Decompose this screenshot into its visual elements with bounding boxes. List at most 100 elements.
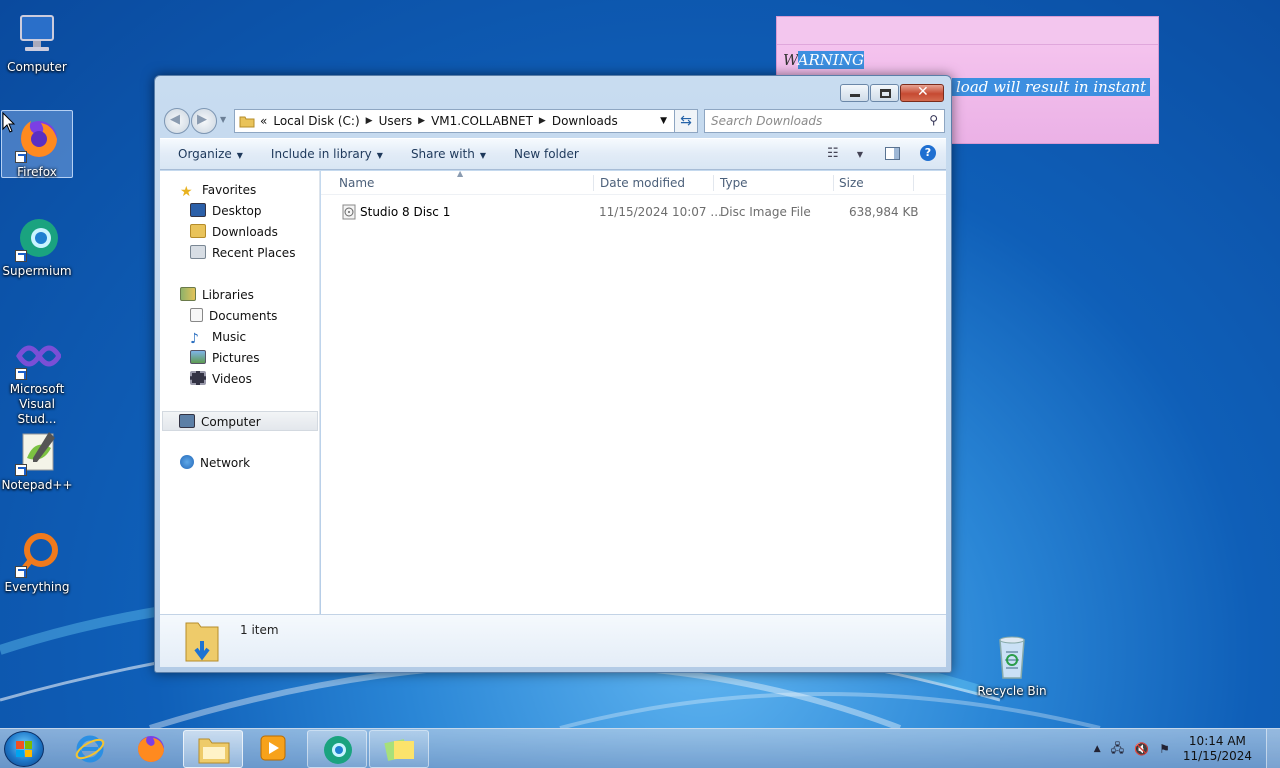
column-header-type[interactable]: Type xyxy=(720,176,748,190)
nav-videos[interactable]: Videos xyxy=(190,369,252,389)
music-icon: ♪ xyxy=(190,331,199,347)
breadcrumb-chevron-icon[interactable]: ▶ xyxy=(418,116,425,126)
change-view-button[interactable]: ☷ ▼ xyxy=(827,146,863,161)
breadcrumb-overflow[interactable]: « xyxy=(260,114,267,128)
dropdown-arrow-icon: ▼ xyxy=(236,151,243,160)
taskbar-sticky-notes[interactable] xyxy=(369,730,429,768)
nav-documents[interactable]: Documents xyxy=(190,306,277,326)
nav-label: Desktop xyxy=(212,204,262,218)
nav-computer[interactable]: Computer xyxy=(162,411,318,431)
documents-icon xyxy=(190,308,203,322)
column-header-name[interactable]: Name xyxy=(339,176,374,190)
sticky-note-line1[interactable]: WARNING xyxy=(783,51,864,69)
nav-label: Recent Places xyxy=(212,246,296,260)
column-divider[interactable] xyxy=(913,175,914,191)
nav-label: Computer xyxy=(201,415,261,429)
sort-arrow-icon: ▲ xyxy=(457,169,464,178)
file-list[interactable]: ▲ Name Date modified Type Size Studio 8 … xyxy=(321,169,946,614)
explorer-window[interactable]: ✕ ◀ ▶ ▼ « Local Disk (C:) ▶ Users ▶ VM1.… xyxy=(154,75,952,673)
network-status-icon[interactable]: 🖧 xyxy=(1111,739,1124,760)
videos-icon xyxy=(190,371,206,385)
supermium-icon xyxy=(324,736,352,764)
desktop-icon-visual-studio[interactable]: Microsoft Visual Stud... xyxy=(1,328,73,427)
maximize-button[interactable] xyxy=(870,84,899,102)
nav-libraries[interactable]: Libraries xyxy=(180,285,254,305)
search-placeholder: Search Downloads xyxy=(711,114,823,128)
taskbar-internet-explorer[interactable] xyxy=(60,730,120,768)
minimize-button[interactable] xyxy=(840,84,869,102)
include-in-library-label: Include in library xyxy=(270,147,372,161)
nav-label: Downloads xyxy=(212,225,278,239)
action-center-flag-icon[interactable]: ⚑ xyxy=(1159,742,1170,756)
nav-pictures[interactable]: Pictures xyxy=(190,348,260,368)
internet-explorer-icon xyxy=(75,735,105,763)
nav-network[interactable]: Network xyxy=(180,453,250,473)
desktop-icon-supermium[interactable]: Supermium xyxy=(1,210,73,279)
shortcut-arrow-icon xyxy=(15,368,27,380)
breadcrumb-vm1[interactable]: VM1.COLLABNET xyxy=(431,114,533,128)
show-desktop-button[interactable] xyxy=(1266,729,1280,768)
column-divider[interactable] xyxy=(833,175,834,191)
sticky-note-line2[interactable]: load will result in instant xyxy=(952,78,1151,96)
taskbar-media-player[interactable] xyxy=(244,730,304,768)
share-with-button[interactable]: Share with ▼ xyxy=(397,147,500,161)
refresh-button[interactable]: ⇆ xyxy=(674,109,698,133)
close-button[interactable]: ✕ xyxy=(900,84,944,102)
desktop-icon-label: Computer xyxy=(7,60,67,74)
windows-logo-icon xyxy=(16,741,32,757)
search-input[interactable]: Search Downloads ⚲ xyxy=(704,109,945,133)
close-icon: ✕ xyxy=(917,84,929,100)
organize-button[interactable]: Organize ▼ xyxy=(160,147,257,161)
file-row[interactable]: Studio 8 Disc 1 11/15/2024 10:07 ... Dis… xyxy=(321,201,946,223)
network-icon xyxy=(180,455,194,469)
sticky-text-plain: W xyxy=(783,51,798,69)
share-with-label: Share with xyxy=(410,147,475,161)
star-icon: ★ xyxy=(180,184,193,200)
mouse-cursor-icon xyxy=(2,112,16,133)
nav-favorites[interactable]: ★ Favorites xyxy=(180,180,256,200)
recycle-bin-icon xyxy=(988,634,1036,682)
column-divider[interactable] xyxy=(593,175,594,191)
include-in-library-button[interactable]: Include in library ▼ xyxy=(257,147,397,161)
desktop-icon-recycle-bin[interactable]: Recycle Bin xyxy=(976,630,1048,699)
nav-recent-places[interactable]: Recent Places xyxy=(190,243,295,263)
start-button[interactable] xyxy=(4,731,44,767)
recent-pages-dropdown-icon[interactable]: ▼ xyxy=(220,115,226,124)
desktop-icon-everything[interactable]: Everything xyxy=(1,526,73,595)
nav-desktop[interactable]: Desktop xyxy=(190,201,262,221)
help-icon[interactable]: ? xyxy=(920,145,936,161)
column-header-date-modified[interactable]: Date modified xyxy=(600,176,685,190)
preview-pane-icon[interactable] xyxy=(885,146,900,160)
desktop-icon-label: Everything xyxy=(4,580,70,594)
nav-label: Favorites xyxy=(202,183,257,197)
sticky-note-titlebar[interactable] xyxy=(777,17,1158,45)
column-divider[interactable] xyxy=(713,175,714,191)
volume-muted-icon[interactable]: 🔇 xyxy=(1134,742,1149,756)
address-dropdown-icon[interactable]: ▼ xyxy=(660,116,667,126)
breadcrumb-chevron-icon[interactable]: ▶ xyxy=(539,116,546,126)
breadcrumb-downloads[interactable]: Downloads xyxy=(552,114,618,128)
breadcrumb-local-disk[interactable]: Local Disk (C:) xyxy=(273,114,359,128)
show-hidden-icons-button[interactable]: ▲ xyxy=(1094,744,1101,754)
breadcrumb-users[interactable]: Users xyxy=(379,114,413,128)
breadcrumb-chevron-icon[interactable]: ▶ xyxy=(366,116,373,126)
address-bar[interactable]: « Local Disk (C:) ▶ Users ▶ VM1.COLLABNE… xyxy=(234,109,698,133)
clock[interactable]: 10:14 AM 11/15/2024 xyxy=(1183,734,1252,764)
search-icon[interactable]: ⚲ xyxy=(929,113,938,127)
nav-music[interactable]: ♪ Music xyxy=(190,327,246,347)
nav-label: Libraries xyxy=(202,288,254,302)
back-button[interactable]: ◀ xyxy=(164,108,190,134)
forward-button[interactable]: ▶ xyxy=(191,108,217,134)
file-date-modified: 11/15/2024 10:07 ... xyxy=(599,205,722,219)
nav-downloads[interactable]: Downloads xyxy=(190,222,278,242)
desktop-icon-notepadpp[interactable]: Notepad++ xyxy=(1,424,73,493)
nav-label: Music xyxy=(212,330,247,344)
new-folder-button[interactable]: New folder xyxy=(500,147,593,161)
column-header-size[interactable]: Size xyxy=(839,176,864,190)
desktop-icon-computer[interactable]: Computer xyxy=(1,6,73,75)
taskbar-windows-explorer[interactable] xyxy=(183,730,243,768)
taskbar-firefox[interactable] xyxy=(121,730,181,768)
firefox-icon xyxy=(13,115,61,163)
back-arrow-icon: ◀ xyxy=(170,112,180,127)
taskbar-supermium[interactable] xyxy=(307,730,367,768)
